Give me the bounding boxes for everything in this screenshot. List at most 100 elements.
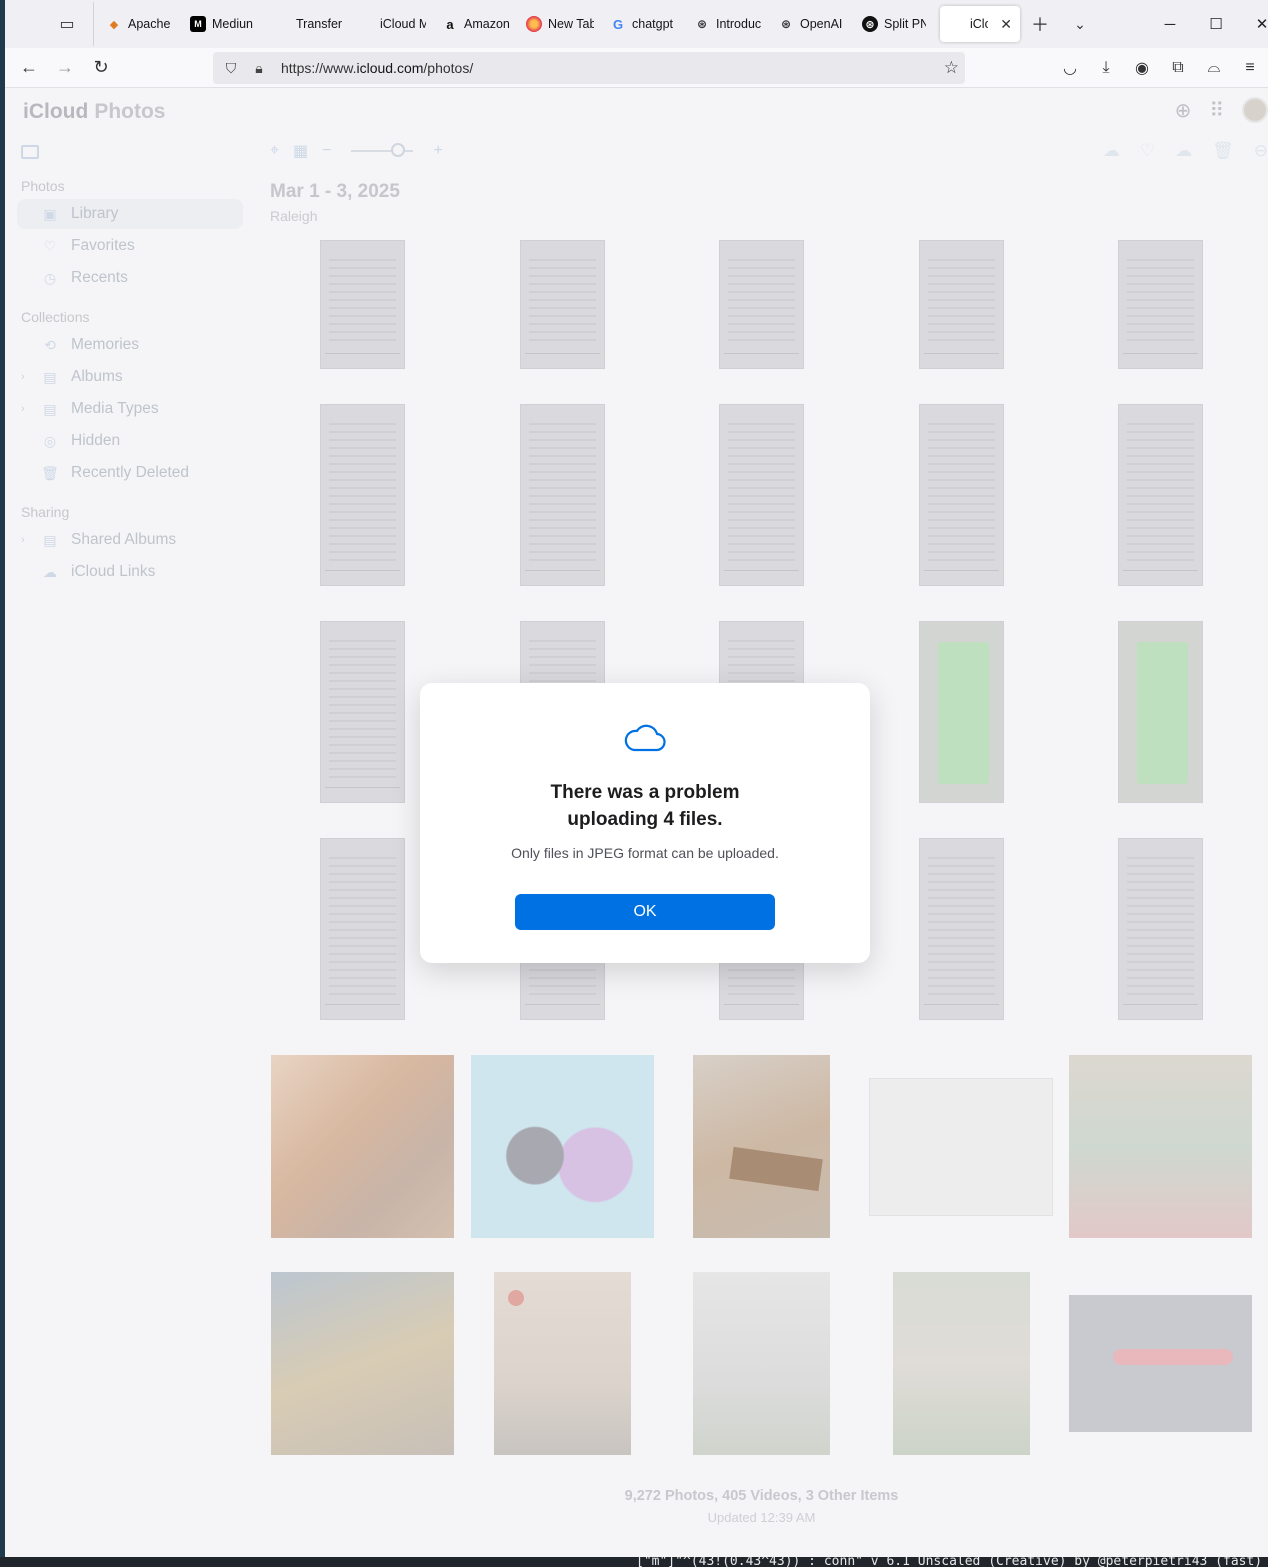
cloud-icon bbox=[624, 724, 666, 752]
photo-thumbnail[interactable] bbox=[1118, 404, 1203, 586]
clock-icon: ◷ bbox=[43, 269, 57, 286]
photo-thumbnail[interactable] bbox=[271, 1055, 454, 1238]
tab-chatgpt-search[interactable]: G chatgpt bbox=[602, 7, 686, 41]
photo-thumbnail[interactable] bbox=[1118, 240, 1203, 369]
tab-icloud-photos-active[interactable]: iClou ✕ bbox=[940, 6, 1020, 42]
minimize-icon[interactable]: ─ bbox=[1147, 0, 1193, 48]
photo-thumbnail[interactable] bbox=[919, 240, 1004, 369]
shield-icon[interactable]: ⛉ bbox=[217, 60, 245, 77]
tab-transfer[interactable]: Transfer bbox=[266, 7, 350, 41]
lock-icon[interactable]: 🔒︎ bbox=[245, 60, 273, 77]
favorite-icon[interactable]: ♡ bbox=[1140, 141, 1155, 161]
url-bar[interactable]: ⛉ 🔒︎ https://www.icloud.com/photos/ ☆ bbox=[213, 52, 965, 84]
photo-thumbnail[interactable] bbox=[719, 404, 804, 586]
sidebar-item-library[interactable]: ▣ Library bbox=[17, 199, 243, 229]
tab-label: Introduc bbox=[716, 17, 762, 31]
photo-thumbnail[interactable] bbox=[893, 1272, 1030, 1455]
photo-thumbnail[interactable] bbox=[693, 1055, 830, 1238]
extensions-icon[interactable]: ⧉ bbox=[1160, 52, 1196, 84]
list-all-tabs-icon[interactable]: ⌄ bbox=[1060, 7, 1100, 41]
photo-thumbnail[interactable] bbox=[919, 404, 1004, 586]
tab-label: Transfer bbox=[296, 17, 342, 31]
photo-thumbnail[interactable] bbox=[1118, 621, 1203, 803]
photo-thumbnail[interactable] bbox=[320, 404, 405, 586]
brand-logo[interactable]: iCloud Photos bbox=[21, 100, 166, 124]
sidebar-section-sharing: Sharing bbox=[21, 504, 70, 520]
calendar-icon[interactable]: ▦ bbox=[293, 141, 308, 161]
ok-button[interactable]: OK bbox=[515, 894, 775, 930]
chevron-right-icon[interactable]: › bbox=[21, 403, 25, 415]
zoom-slider-knob[interactable] bbox=[391, 143, 406, 157]
zoom-slider[interactable] bbox=[351, 143, 414, 157]
photo-thumbnail[interactable] bbox=[271, 1272, 454, 1455]
tab-icloud-mail[interactable]: iCloud M bbox=[350, 7, 434, 41]
forward-icon[interactable]: → bbox=[47, 52, 83, 84]
download-icon[interactable]: ⤓ bbox=[1088, 52, 1124, 84]
chevron-right-icon[interactable]: › bbox=[21, 534, 25, 546]
tab-apache[interactable]: ◆ Apache bbox=[98, 7, 182, 41]
avatar[interactable] bbox=[1242, 97, 1268, 123]
photo-thumbnail[interactable] bbox=[494, 1272, 631, 1455]
app-grid-icon[interactable]: ⠿ bbox=[1209, 98, 1224, 123]
new-tab-icon[interactable]: ＋ bbox=[1020, 7, 1060, 41]
close-window-icon[interactable]: ✕ bbox=[1239, 0, 1268, 48]
photo-thumbnail[interactable] bbox=[1118, 838, 1203, 1020]
pocket-icon[interactable]: ◡ bbox=[1052, 52, 1088, 84]
sidebar-item-label: Recents bbox=[71, 269, 128, 286]
reload-icon[interactable]: ↻ bbox=[83, 52, 119, 84]
sidebar-item-favorites[interactable]: ♡ Favorites bbox=[17, 231, 243, 261]
menu-icon[interactable]: ≡ bbox=[1232, 52, 1268, 84]
memories-toolbar-icon[interactable]: ⌖ bbox=[270, 142, 279, 160]
tab-separator bbox=[93, 2, 94, 46]
photo-thumbnail[interactable] bbox=[320, 838, 405, 1020]
dialog-title-line2: uploading 4 files. bbox=[567, 809, 723, 830]
sidebar-item-icloud-links[interactable]: ☁ iCloud Links bbox=[17, 557, 243, 587]
tab-split-png[interactable]: ⊛ Split PN bbox=[854, 7, 934, 41]
photo-thumbnail[interactable] bbox=[1069, 1295, 1252, 1432]
sidebar-item-hidden[interactable]: ◎ Hidden bbox=[17, 426, 243, 456]
sidebar-item-label: Media Types bbox=[71, 400, 159, 417]
add-icon[interactable]: ⊕ bbox=[1175, 98, 1192, 123]
photo-thumbnail[interactable] bbox=[520, 404, 605, 586]
photo-thumbnail[interactable] bbox=[919, 621, 1004, 803]
extension-glasses-icon[interactable]: ⌓ bbox=[1196, 52, 1232, 84]
zoom-out-icon[interactable]: − bbox=[322, 142, 331, 160]
sidebar-item-albums[interactable]: › ▤ Albums bbox=[17, 362, 243, 392]
download-cloud-icon[interactable]: ☁︎ bbox=[1175, 141, 1192, 161]
photo-thumbnail[interactable] bbox=[320, 240, 405, 369]
delete-icon[interactable]: 🗑︎ bbox=[1212, 141, 1234, 161]
tab-medium[interactable]: M Mediun bbox=[182, 7, 266, 41]
tab-amazon[interactable]: a Amazon bbox=[434, 7, 518, 41]
close-tab-icon[interactable]: ✕ bbox=[1000, 16, 1012, 33]
more-icon[interactable]: ⊖ bbox=[1254, 141, 1268, 161]
upload-error-dialog: There was a problem uploading 4 files. O… bbox=[420, 683, 870, 963]
sidebar-item-media-types[interactable]: › ▤ Media Types bbox=[17, 394, 243, 424]
tab-new-tab[interactable]: New Tab bbox=[518, 7, 602, 41]
sidebar-item-memories[interactable]: ⟲ Memories bbox=[17, 330, 243, 360]
photo-thumbnail[interactable] bbox=[869, 1078, 1053, 1216]
sidebar-item-recently-deleted[interactable]: 🗑︎ Recently Deleted bbox=[17, 458, 243, 488]
bookmark-star-icon[interactable]: ☆ bbox=[944, 58, 959, 78]
tab-introducing[interactable]: ⊛ Introduc bbox=[686, 7, 770, 41]
maximize-icon[interactable]: ☐ bbox=[1193, 0, 1239, 48]
sidebar-item-label: Shared Albums bbox=[71, 531, 177, 548]
back-icon[interactable]: ← bbox=[11, 52, 47, 84]
photo-thumbnail[interactable] bbox=[520, 240, 605, 369]
tab-list-icon[interactable]: ▭ bbox=[45, 7, 89, 41]
account-icon[interactable]: ◉ bbox=[1124, 52, 1160, 84]
chevron-right-icon[interactable]: › bbox=[21, 371, 25, 383]
photo-thumbnail[interactable] bbox=[1069, 1055, 1252, 1238]
photo-thumbnail[interactable] bbox=[719, 240, 804, 369]
url-text[interactable]: https://www.icloud.com/photos/ bbox=[281, 60, 473, 76]
google-icon: G bbox=[612, 16, 624, 32]
upload-icon[interactable]: ☁︎ bbox=[1103, 141, 1120, 161]
photo-thumbnail[interactable] bbox=[919, 838, 1004, 1020]
zoom-in-icon[interactable]: + bbox=[433, 142, 442, 160]
tab-openai[interactable]: ⊛ OpenAI bbox=[770, 7, 854, 41]
sidebar-toggle-icon[interactable] bbox=[21, 145, 39, 159]
photo-thumbnail[interactable] bbox=[471, 1055, 654, 1238]
photo-thumbnail[interactable] bbox=[693, 1272, 830, 1455]
photo-thumbnail[interactable] bbox=[320, 621, 405, 803]
sidebar-item-shared-albums[interactable]: › ▤ Shared Albums bbox=[17, 525, 243, 555]
sidebar-item-recents[interactable]: ◷ Recents bbox=[17, 263, 243, 293]
